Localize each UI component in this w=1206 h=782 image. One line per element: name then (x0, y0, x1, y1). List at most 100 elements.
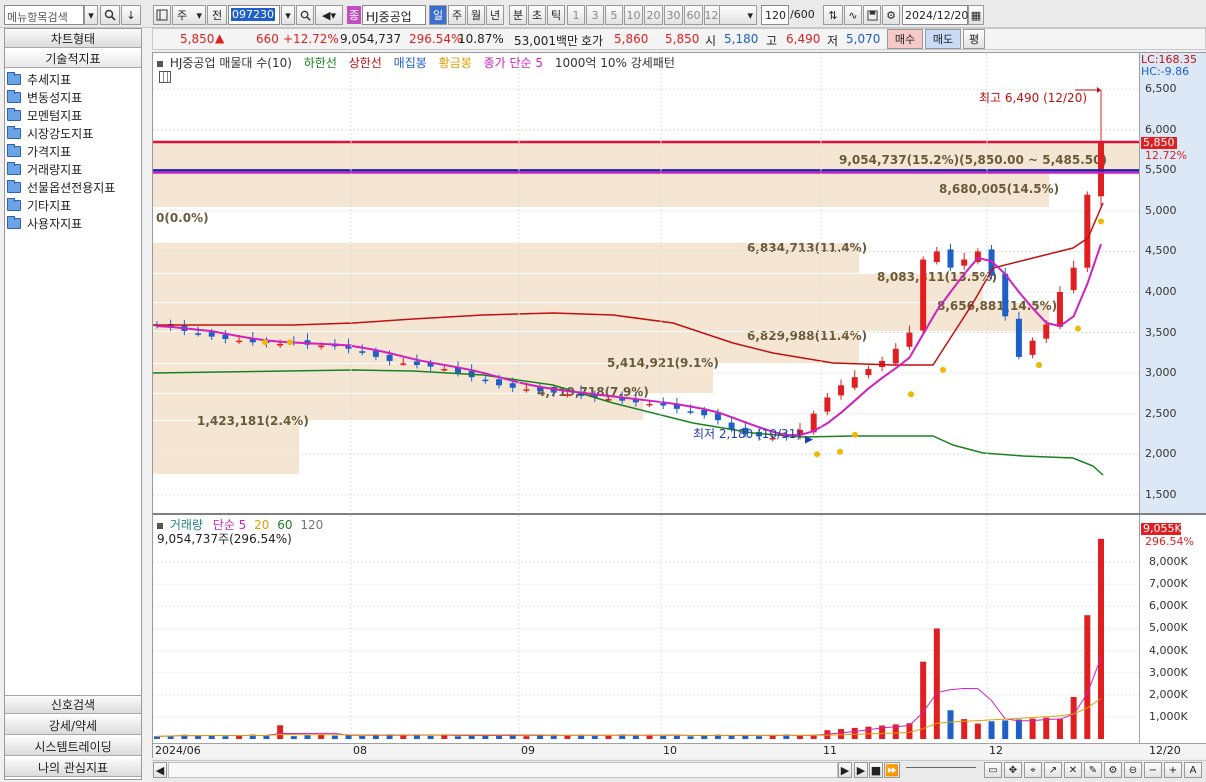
stock-code-input[interactable]: 097230 (228, 5, 280, 25)
tab-system-trading[interactable]: 시스템트레이딩 (5, 737, 141, 756)
tree-item-8[interactable]: 사용자지표 (7, 214, 82, 232)
tree-item-4[interactable]: 가격지표 (7, 142, 71, 160)
trend-icon[interactable]: ↗ (1044, 762, 1062, 778)
tree-item-1[interactable]: 변동성지표 (7, 88, 82, 106)
period-button-2[interactable]: 월 (467, 5, 485, 25)
gear-icon[interactable]: ⚙ (882, 5, 900, 25)
volume-bar (372, 735, 379, 739)
candle-plot[interactable] (153, 53, 1139, 513)
period-button-3[interactable]: 년 (486, 5, 504, 25)
tree-item-label: 추세지표 (27, 72, 72, 87)
tree-item-6[interactable]: 선물옵션전용지표 (7, 178, 115, 196)
volume-bar (728, 735, 735, 739)
grid-icon[interactable] (159, 71, 171, 83)
tree-item-5[interactable]: 거래량지표 (7, 160, 82, 178)
fast-forward-button[interactable]: ⏩ (884, 762, 900, 778)
tree-item-label: 거래량지표 (27, 162, 83, 177)
zoom-slider[interactable] (906, 767, 976, 773)
tree-item-7[interactable]: 기타지표 (7, 196, 71, 214)
interval-button-60[interactable]: 60 (684, 5, 703, 25)
volume-bar (359, 736, 366, 739)
price-tick: 6,000 (1145, 122, 1177, 136)
price-tick: 2,000 (1145, 447, 1177, 461)
text-icon[interactable]: A (1184, 762, 1202, 778)
candle-icon[interactable]: ⇅ (823, 5, 843, 25)
tab-technical-indicators[interactable]: 기술적지표 (5, 49, 141, 68)
price-chart[interactable]: 9,054,737(15.2%)(5,850.00 ~ 5,485.50) 8,6… (152, 52, 1206, 758)
save-icon[interactable] (863, 5, 881, 25)
play-button[interactable]: ▶ (854, 762, 868, 778)
folder-icon (7, 125, 21, 139)
volume-bar (1015, 719, 1022, 739)
period-button-1[interactable]: 주 (448, 5, 466, 25)
scroll-right-button[interactable]: ▶ (838, 762, 852, 778)
candle-body (714, 413, 721, 421)
tab-my-indicators[interactable]: 나의 관심지표 (5, 758, 141, 777)
volume-plot[interactable] (153, 515, 1139, 743)
volume-bar (496, 735, 503, 739)
legend-marker (157, 523, 163, 529)
interval-button-20[interactable]: 20 (644, 5, 663, 25)
sell-button[interactable]: 매도 (925, 29, 961, 49)
tree-item-0[interactable]: 추세지표 (7, 70, 71, 88)
candle-body (413, 361, 420, 365)
eval-button[interactable]: 평 (963, 29, 985, 49)
gold-bar-marker (837, 448, 843, 455)
plus-icon[interactable]: + (1164, 762, 1182, 778)
period-button-6[interactable]: 틱 (547, 5, 565, 25)
zoom-out-icon[interactable]: ⊖ (1124, 762, 1142, 778)
volume-bar (523, 736, 530, 739)
zoom-fit-icon[interactable]: ▭ (984, 762, 1002, 778)
folder-icon (7, 197, 21, 211)
buy-button[interactable]: 매수 (887, 29, 923, 49)
date-input[interactable]: 2024/12/20 (902, 5, 968, 25)
interval-button-30[interactable]: 30 (664, 5, 683, 25)
prev-button[interactable]: 전 (207, 5, 227, 25)
tab-chart-type[interactable]: 차트형태 (5, 29, 141, 48)
period-select[interactable]: 주 ▾ (172, 5, 206, 25)
calendar-icon[interactable]: ▦ (968, 5, 984, 25)
line-chart-icon[interactable]: ∿ (844, 5, 862, 25)
candle-body (496, 379, 503, 386)
code-dropdown-button[interactable]: ▾ (281, 5, 295, 25)
interval-button-10[interactable]: 10 (624, 5, 643, 25)
interval-button-3[interactable]: 3 (586, 5, 604, 25)
period-button-4[interactable]: 분 (509, 5, 527, 25)
x-tick-last: 12/20 (1149, 744, 1181, 757)
menu-dropdown-button[interactable]: ▾ (84, 5, 98, 25)
search-icon[interactable] (296, 5, 314, 25)
volume-bar (537, 735, 544, 739)
crosshair-icon[interactable]: ⌖ (1024, 762, 1042, 778)
gear-icon[interactable]: ⚙ (1104, 762, 1122, 778)
tab-signal-search[interactable]: 신호검색 (5, 695, 141, 714)
folder-icon (7, 71, 21, 85)
volume-bar (1029, 718, 1036, 739)
tree-item-label: 기타지표 (27, 198, 72, 213)
pan-icon[interactable]: ✥ (1004, 762, 1022, 778)
tree-item-3[interactable]: 시장강도지표 (7, 124, 93, 142)
cross-icon[interactable]: ✕ (1064, 762, 1082, 778)
minus-icon[interactable]: − (1144, 762, 1162, 778)
count-input[interactable]: 120 (761, 5, 789, 25)
bid-label: 호가 (581, 34, 604, 48)
search-icon[interactable] (100, 5, 120, 25)
period-button-0[interactable]: 일 (429, 5, 447, 25)
period-button-5[interactable]: 초 (528, 5, 546, 25)
tree-item-2[interactable]: 모멘텀지표 (7, 106, 82, 124)
candle-body (1015, 318, 1022, 357)
x-tick: 09 (521, 744, 535, 757)
chart-type-icon[interactable] (153, 5, 171, 25)
interval-button-1[interactable]: 1 (567, 5, 585, 25)
interval-dropdown[interactable]: ▾ (719, 5, 757, 25)
speaker-icon[interactable]: ◀▾ (315, 5, 343, 25)
stop-button[interactable]: ■ (869, 762, 883, 778)
interval-button-5[interactable]: 5 (605, 5, 623, 25)
download-icon[interactable]: ↓ (121, 5, 141, 25)
gold-bar-marker (814, 451, 820, 458)
volume-bar (1098, 538, 1104, 739)
tab-bull-bear[interactable]: 강세/약세 (5, 716, 141, 735)
scrollbar-track[interactable] (168, 762, 838, 778)
draw-icon[interactable]: ✎ (1084, 762, 1102, 778)
scroll-left-button[interactable]: ◀ (153, 762, 167, 778)
menu-search-input[interactable]: 메뉴항목검색 (4, 5, 84, 25)
